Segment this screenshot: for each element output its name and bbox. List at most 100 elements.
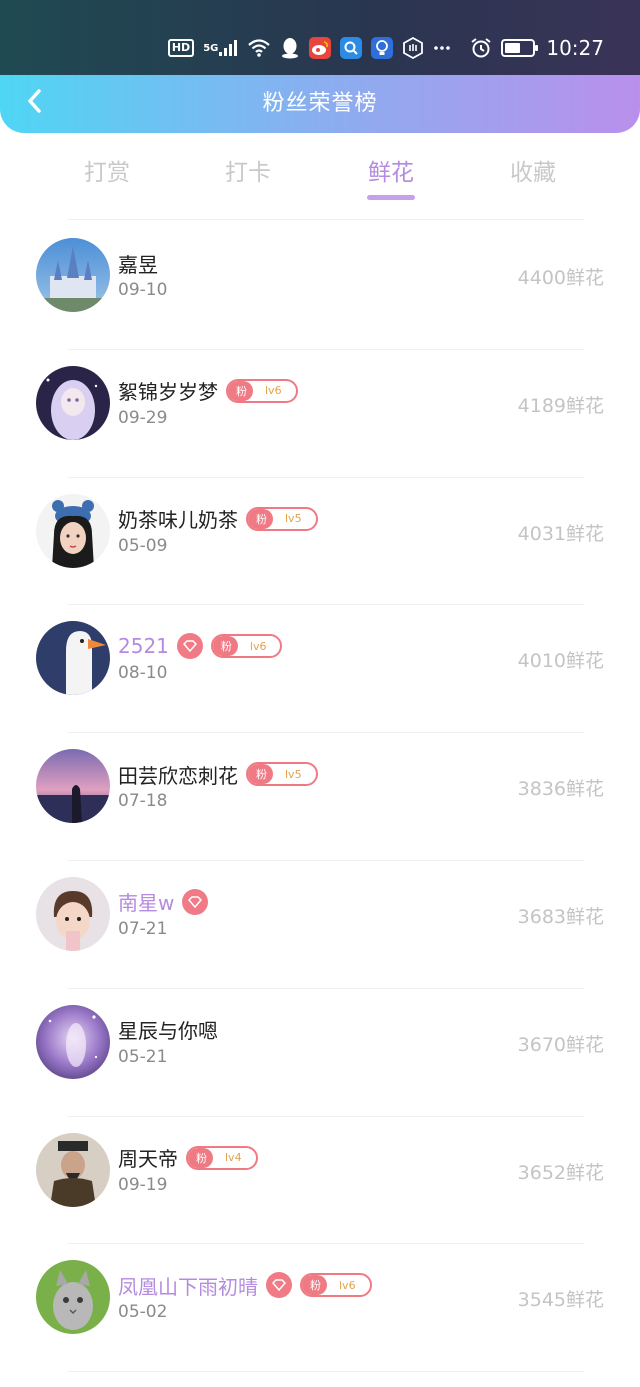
fan-name[interactable]: 周天帝 (118, 1143, 178, 1172)
avatar[interactable] (36, 238, 110, 312)
fan-badge-level: lv5 (285, 512, 302, 526)
fan-name[interactable]: 星辰与你嗯 (118, 1015, 218, 1044)
wifi-icon (247, 38, 271, 58)
avatar[interactable] (36, 365, 110, 440)
hand-app-icon (402, 37, 424, 59)
fan-date: 09-10 (118, 280, 168, 300)
fan-name[interactable]: 南星w (118, 887, 174, 916)
avatar[interactable] (36, 493, 110, 568)
fan-row[interactable]: 田芸欣恋刺花 粉 lv5 07-18 3836鲜花 (0, 733, 640, 861)
fan-badge-label: 粉 (248, 508, 273, 529)
tab-label: 鲜花 (368, 160, 414, 186)
fan-date: 05-09 (118, 535, 168, 556)
flower-count: 3652鲜花 (517, 1161, 604, 1184)
fan-level-badge: 粉 lv6 (210, 634, 283, 659)
fan-date: 05-21 (118, 1046, 168, 1067)
fan-date: 09-19 (118, 1174, 168, 1195)
avatar[interactable] (36, 876, 110, 951)
alarm-icon (470, 37, 492, 59)
fan-date: 09-29 (118, 407, 168, 428)
fan-name[interactable]: 奶茶味儿奶茶 (118, 504, 238, 533)
fan-badge-label: 粉 (212, 636, 238, 657)
fan-badge-level: lv6 (249, 639, 267, 653)
avatar[interactable] (36, 749, 110, 824)
flower-count: 3545鲜花 (517, 1289, 604, 1312)
page-title: 粉丝荣誉榜 (262, 91, 378, 116)
fan-level-badge: 粉 lv6 (300, 1273, 372, 1298)
network-label: 5G (203, 42, 219, 54)
name-line: 2521 粉 lv6 (118, 631, 283, 661)
name-line: 嘉昱 (118, 248, 158, 278)
battery-level (505, 43, 520, 53)
flower-count: 3836鲜花 (517, 778, 604, 801)
fan-date: 08-10 (118, 663, 168, 684)
status-icons: HD 5G 10:27 (167, 34, 604, 62)
page-header: 粉丝荣誉榜 (0, 75, 640, 133)
fan-date: 07-18 (118, 791, 168, 812)
fan-name[interactable]: 凤凰山下雨初晴 (118, 1271, 258, 1300)
tab-checkin[interactable]: 打卡 (198, 153, 298, 187)
name-line: 周天帝 粉 lv4 (118, 1143, 258, 1173)
avatar[interactable] (36, 1260, 110, 1335)
name-line: 田芸欣恋刺花 粉 lv5 (118, 759, 318, 789)
fan-level-badge: 粉 lv6 (226, 378, 298, 403)
fan-badge-label: 粉 (188, 1147, 213, 1168)
weibo-icon (309, 37, 332, 59)
search-app-icon (340, 37, 363, 59)
fan-row[interactable]: 2521 粉 lv6 08-10 4010鲜花 (0, 605, 640, 734)
diamond-vip-icon (182, 888, 209, 915)
flower-count: 3670鲜花 (517, 1033, 604, 1056)
flower-count: 3683鲜花 (517, 905, 604, 928)
fan-level-badge: 粉 lv5 (246, 762, 318, 787)
fan-date: 05-02 (118, 1302, 168, 1323)
diamond-vip-icon (266, 1272, 292, 1299)
divider (68, 1371, 584, 1373)
fan-name[interactable]: 絮锦岁岁梦 (118, 376, 218, 405)
fan-date: 07-21 (118, 918, 168, 939)
fan-row[interactable]: 嘉昱 09-10 4400鲜花 (0, 222, 640, 350)
fan-row[interactable]: 絮锦岁岁梦 粉 lv6 09-29 4189鲜花 (0, 350, 640, 478)
fan-badge-label: 粉 (302, 1275, 327, 1296)
name-line: 南星w (118, 887, 209, 917)
name-line: 凤凰山下雨初晴 粉 lv6 (118, 1270, 372, 1300)
diamond-vip-icon (176, 633, 203, 660)
avatar[interactable] (36, 1132, 110, 1207)
qq-icon (280, 37, 300, 59)
fan-row[interactable]: 奶茶味儿奶茶 粉 lv5 05-09 4031鲜花 (0, 478, 640, 606)
fan-level-badge: 粉 lv4 (186, 1145, 258, 1170)
name-line: 奶茶味儿奶茶 粉 lv5 (118, 504, 318, 534)
hd-icon: HD (167, 39, 195, 57)
fan-row[interactable]: 凤凰山下雨初晴 粉 lv6 05-02 3545鲜花 (0, 1244, 640, 1373)
fan-list: 嘉昱 09-10 4400鲜花 絮锦岁岁梦 粉 lv6 09-29 4189鲜花 … (0, 222, 640, 1373)
flower-count: 4189鲜花 (517, 394, 604, 417)
fan-name[interactable]: 田芸欣恋刺花 (118, 760, 238, 789)
fan-badge-level: lv4 (225, 1151, 242, 1165)
avatar[interactable] (36, 621, 110, 696)
fan-badge-level: lv5 (285, 767, 302, 781)
fan-row[interactable]: 星辰与你嗯 05-21 3670鲜花 (0, 989, 640, 1117)
active-tab-indicator (367, 195, 415, 200)
fan-name[interactable]: 嘉昱 (118, 249, 158, 278)
tab-flowers[interactable]: 鲜花 (341, 153, 441, 200)
bulb-app-icon (371, 37, 394, 59)
fan-badge-label: 粉 (248, 764, 273, 785)
more-dots-icon (433, 45, 451, 51)
name-line: 絮锦岁岁梦 粉 lv6 (118, 376, 298, 406)
fan-row[interactable]: 周天帝 粉 lv4 09-19 3652鲜花 (0, 1117, 640, 1245)
tab-bar: 打赏 打卡 鲜花 收藏 (0, 145, 640, 205)
tab-label: 打赏 (84, 160, 130, 186)
flower-count: 4031鲜花 (517, 522, 604, 545)
avatar[interactable] (36, 1004, 110, 1079)
tab-favorites[interactable]: 收藏 (483, 153, 583, 187)
fan-badge-label: 粉 (228, 380, 253, 401)
fan-name[interactable]: 2521 (118, 634, 169, 658)
flower-count: 4400鲜花 (517, 267, 604, 289)
signal-icon: 5G (203, 39, 238, 57)
tab-label: 收藏 (510, 160, 556, 186)
tab-label: 打卡 (225, 160, 271, 186)
fan-level-badge: 粉 lv5 (246, 506, 318, 531)
clock-time: 10:27 (546, 36, 604, 60)
fan-badge-level: lv6 (265, 384, 282, 398)
fan-row[interactable]: 南星w 07-21 3683鲜花 (0, 861, 640, 989)
tab-reward[interactable]: 打赏 (57, 153, 157, 187)
